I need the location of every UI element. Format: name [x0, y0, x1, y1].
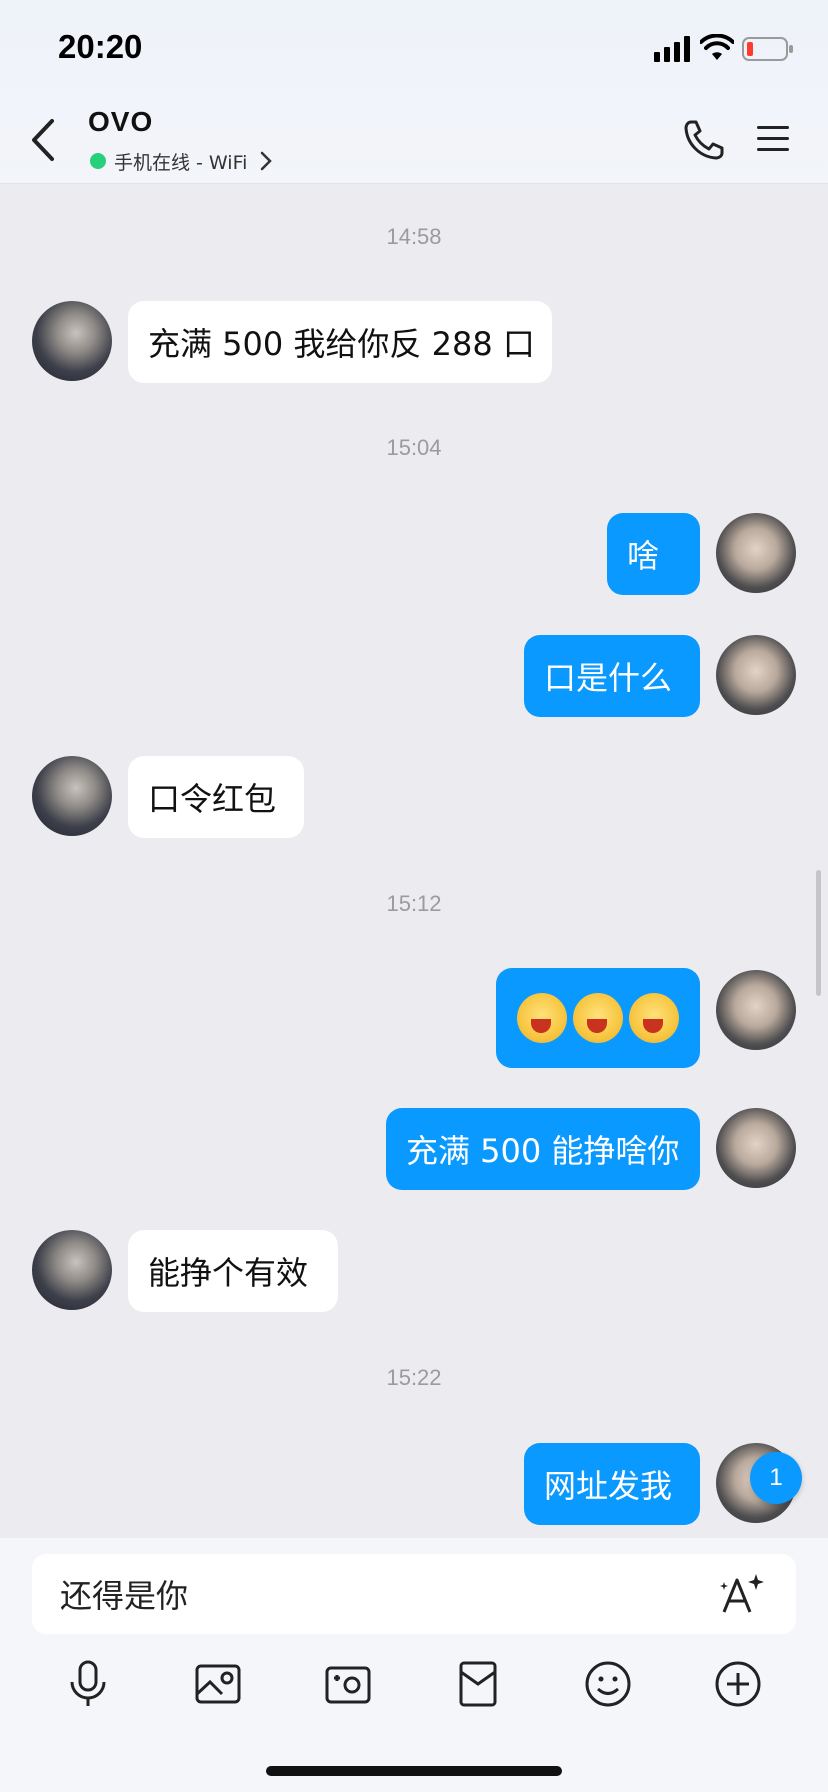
message-timestamp: 15:12 [386, 891, 442, 916]
incoming-message[interactable]: 充满 500 我给你反 288 口 [128, 301, 552, 383]
message-timestamp: 14:58 [386, 224, 442, 249]
outgoing-message[interactable]: 网址发我 [524, 1443, 700, 1525]
contact-avatar[interactable] [32, 756, 112, 836]
home-indicator[interactable] [266, 1766, 562, 1776]
yawn-face-emoji [629, 993, 679, 1043]
my-avatar[interactable] [716, 513, 796, 593]
back-icon[interactable] [24, 115, 64, 165]
battery-icon [742, 37, 793, 61]
wifi-icon [700, 34, 734, 60]
my-avatar[interactable] [716, 1108, 796, 1188]
message-timestamp: 15:22 [386, 1365, 442, 1390]
status-time: 20:20 [58, 28, 143, 65]
outgoing-message[interactable]: 充满 500 能挣啥你 [386, 1108, 700, 1190]
chevron-right-icon [261, 151, 273, 171]
outgoing-message[interactable]: 口是什么 [524, 635, 700, 717]
contact-avatar[interactable] [32, 301, 112, 381]
incoming-message[interactable]: 能挣个有效 [128, 1230, 338, 1312]
incoming-message[interactable]: 口令红包 [128, 756, 304, 838]
contact-avatar[interactable] [32, 1230, 112, 1310]
navigation-bar: 20:20 OVO 手机在线 - WiFi [0, 0, 828, 184]
image-icon[interactable] [192, 1658, 244, 1710]
online-status[interactable]: 手机在线 - WiFi [90, 148, 273, 174]
chat-message-list[interactable]: 14:58 充满 500 我给你反 288 口 15:04 啥 口是什么 口令红… [0, 184, 828, 1536]
composer-area: 还得是你 [0, 1538, 828, 1792]
red-packet-icon[interactable] [452, 1658, 504, 1710]
scroll-indicator[interactable] [816, 870, 821, 996]
online-dot-icon [90, 153, 106, 169]
unread-count-badge[interactable]: 1 [750, 1452, 802, 1504]
cellular-signal-icon [654, 36, 690, 62]
plus-circle-icon[interactable] [712, 1658, 764, 1710]
microphone-icon[interactable] [62, 1658, 114, 1710]
message-timestamp: 15:04 [386, 435, 442, 460]
yawn-face-emoji [573, 993, 623, 1043]
my-avatar[interactable] [716, 970, 796, 1050]
outgoing-emoji-message[interactable] [496, 968, 700, 1068]
ai-text-icon[interactable] [718, 1572, 764, 1618]
emoji-icon[interactable] [582, 1658, 634, 1710]
yawn-face-emoji [517, 993, 567, 1043]
online-status-label: 手机在线 - WiFi [114, 151, 248, 174]
menu-icon[interactable] [756, 122, 790, 156]
outgoing-message[interactable]: 啥 [607, 513, 700, 595]
contact-name[interactable]: OVO [88, 106, 153, 138]
my-avatar[interactable] [716, 635, 796, 715]
camera-icon[interactable] [322, 1658, 374, 1710]
message-input[interactable]: 还得是你 [32, 1554, 796, 1634]
phone-call-icon[interactable] [682, 118, 726, 162]
